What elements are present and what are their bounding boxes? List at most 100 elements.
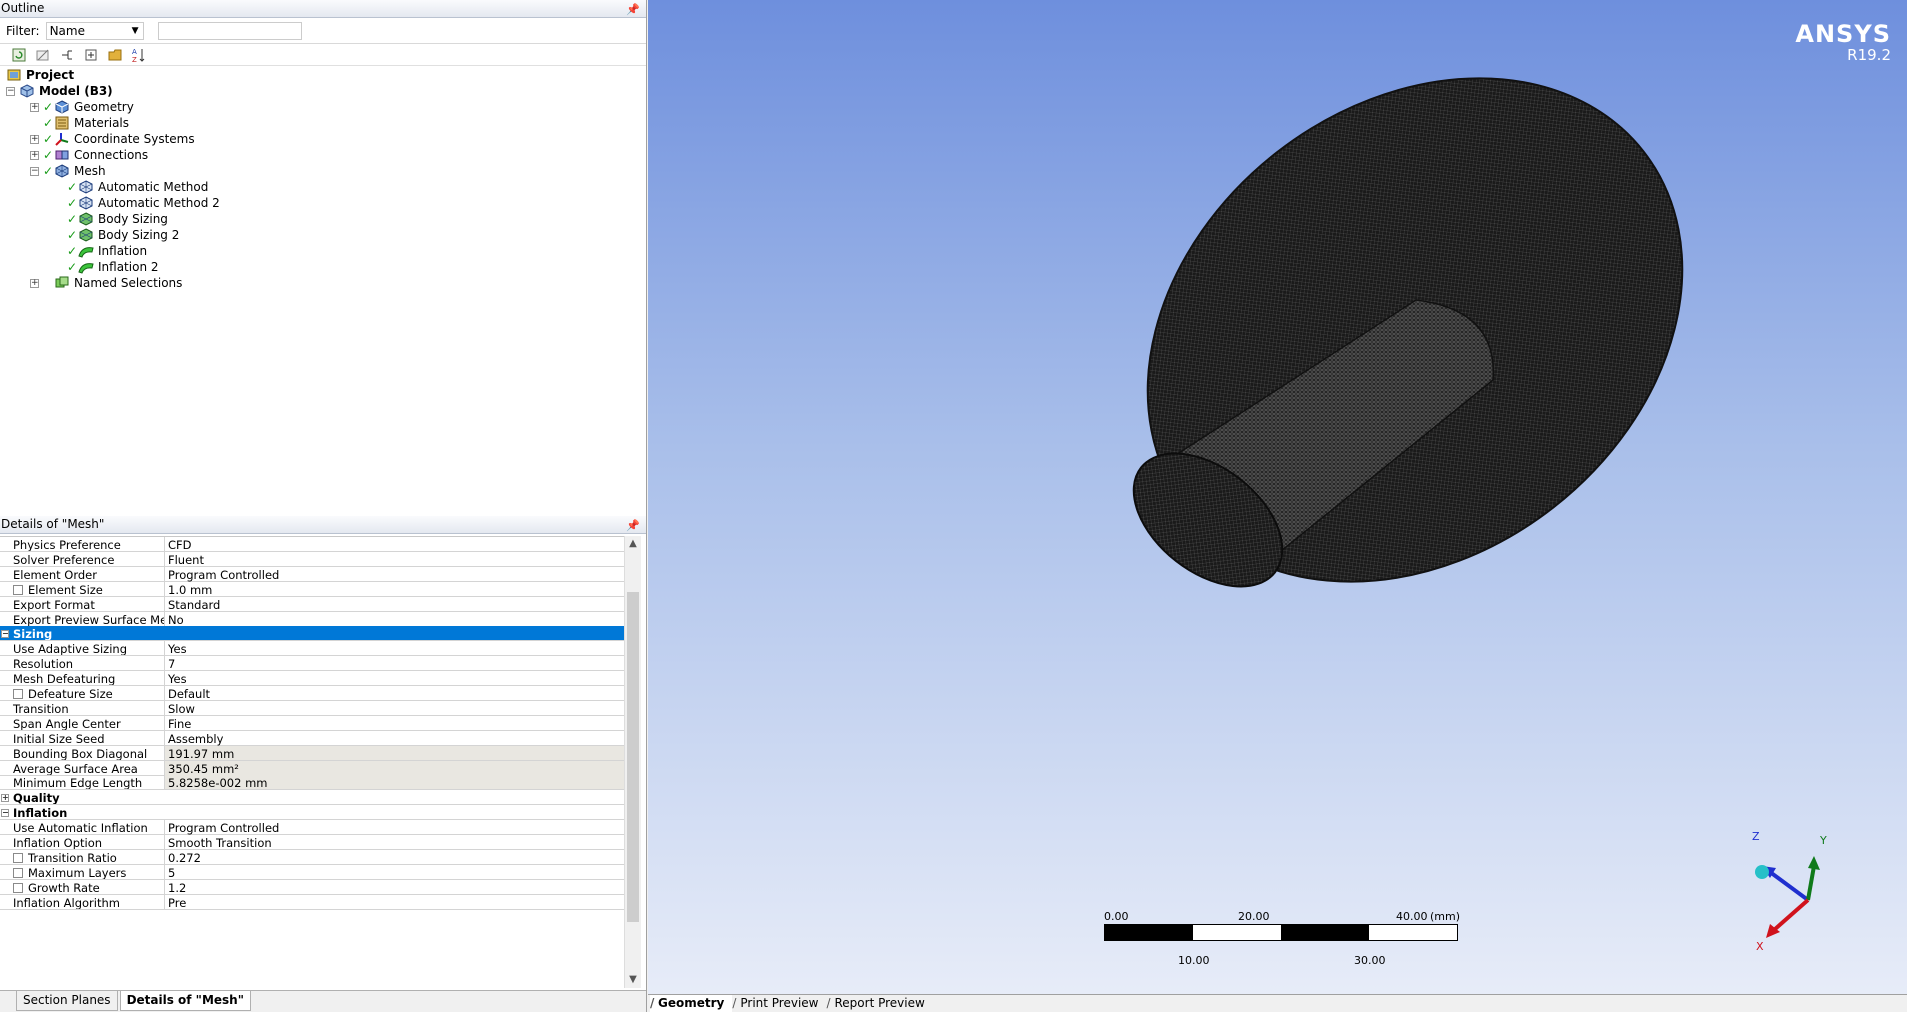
details-value[interactable]: CFD: [165, 537, 624, 552]
details-value[interactable]: Program Controlled: [165, 820, 624, 835]
details-grid: Physics Preference CFD Solver Preference Fl…: [0, 536, 624, 988]
scroll-up-icon[interactable]: ▲: [625, 536, 641, 552]
details-value[interactable]: Program Controlled: [165, 567, 624, 582]
tree-node-model-b3[interactable]: − Model (B3): [6, 83, 113, 99]
group-expander-icon[interactable]: +: [1, 794, 9, 803]
details-value[interactable]: Pre: [165, 895, 624, 910]
details-group-inflation[interactable]: − Inflation: [0, 805, 624, 821]
details-row-growth-rate[interactable]: Growth Rate 1.2: [0, 879, 624, 895]
details-value[interactable]: 5: [165, 865, 624, 880]
status-check-icon: ✓: [67, 180, 78, 194]
tree-expander-icon[interactable]: +: [30, 102, 39, 112]
details-row-export-preview-surface-mesh[interactable]: Export Preview Surface Mesh No: [0, 611, 624, 627]
details-value[interactable]: Smooth Transition: [165, 835, 624, 850]
details-value[interactable]: 1.2: [165, 880, 624, 895]
mesh-model[interactable]: [648, 0, 1907, 994]
scroll-thumb[interactable]: [627, 592, 639, 922]
filter-select[interactable]: Name ▼: [45, 21, 144, 40]
tree-node-coordinate-systems[interactable]: + ✓ Coordinate Systems: [30, 131, 195, 147]
details-key: Inflation Algorithm: [0, 894, 165, 909]
details-row-transition-ratio[interactable]: Transition Ratio 0.272: [0, 849, 624, 865]
details-row-resolution[interactable]: Resolution 7: [0, 656, 624, 672]
details-row-span-angle-center[interactable]: Span Angle Center Fine: [0, 715, 624, 731]
details-row-solver-preference[interactable]: Solver Preference Fluent: [0, 551, 624, 567]
tree-node-materials[interactable]: ✓ Materials: [30, 115, 129, 131]
view-tab-geometry[interactable]: Geometry: [650, 995, 733, 1012]
details-row-maximum-layers[interactable]: Maximum Layers 5: [0, 864, 624, 880]
details-value[interactable]: Standard: [165, 597, 624, 612]
details-value[interactable]: 0.272: [165, 850, 624, 865]
axis-triad[interactable]: Z Y X: [1728, 820, 1848, 960]
details-row-element-size[interactable]: Element Size 1.0 mm: [0, 581, 624, 597]
details-row-physics-preference[interactable]: Physics Preference CFD: [0, 537, 624, 552]
parameter-checkbox[interactable]: [13, 867, 23, 878]
group-expander-icon[interactable]: −: [1, 809, 9, 818]
details-row-use-automatic-inflation[interactable]: Use Automatic Inflation Program Controlle…: [0, 820, 624, 836]
tree-node-geometry[interactable]: + ✓ Geometry: [30, 99, 134, 115]
tab-details-of-mesh[interactable]: Details of "Mesh": [119, 991, 251, 1011]
details-group-sizing[interactable]: − Sizing: [0, 626, 624, 642]
z-axis-label: Z: [1752, 830, 1760, 843]
tree-expander-icon[interactable]: −: [6, 86, 15, 96]
tree-node-project[interactable]: Project: [6, 67, 74, 83]
details-value[interactable]: Yes: [165, 671, 624, 686]
graphics-viewport[interactable]: ANSYS R19.2 0.00 20.00 40.00 (mm) 10.00 …: [648, 0, 1907, 994]
parameter-checkbox[interactable]: [13, 584, 23, 595]
tree-node-automatic-method-2[interactable]: ✓ Automatic Method 2: [54, 195, 220, 211]
details-value[interactable]: No: [165, 612, 624, 627]
parameter-checkbox[interactable]: [13, 689, 23, 699]
details-key: Growth Rate: [0, 879, 165, 894]
tree-node-body-sizing-2[interactable]: ✓ Body Sizing 2: [54, 227, 179, 243]
details-value[interactable]: Slow: [165, 701, 624, 716]
tree-node-inflation-2[interactable]: ✓ Inflation 2: [54, 259, 159, 275]
details-row-mesh-defeaturing[interactable]: Mesh Defeaturing Yes: [0, 671, 624, 687]
tree-node-body-sizing[interactable]: ✓ Body Sizing: [54, 211, 168, 227]
details-value[interactable]: 7: [165, 656, 624, 671]
parameter-checkbox[interactable]: [13, 852, 23, 863]
tree-expander-icon[interactable]: +: [30, 134, 39, 144]
scroll-down-icon[interactable]: ▼: [625, 972, 641, 988]
view-tab-print-preview[interactable]: Print Preview: [732, 995, 826, 1012]
refresh-icon[interactable]: [10, 46, 28, 64]
method-icon: [78, 180, 94, 194]
details-row-defeature-size[interactable]: Defeature Size Default: [0, 686, 624, 701]
filter-input[interactable]: [157, 21, 302, 40]
details-row-transition[interactable]: Transition Slow: [0, 700, 624, 716]
group-expander-icon[interactable]: −: [1, 630, 9, 639]
details-group-quality[interactable]: + Quality: [0, 790, 624, 806]
details-row-inflation-algorithm[interactable]: Inflation Algorithm Pre: [0, 894, 624, 910]
expand-all-icon[interactable]: [82, 46, 100, 64]
details-row-element-order[interactable]: Element Order Program Controlled: [0, 566, 624, 582]
details-value[interactable]: Fluent: [165, 552, 624, 567]
tree-node-connections[interactable]: + ✓ Connections: [30, 147, 148, 163]
folder-icon[interactable]: [106, 46, 124, 64]
parameter-checkbox[interactable]: [13, 882, 23, 893]
tree-node-named-selections[interactable]: + Named Selections: [30, 275, 182, 291]
details-value[interactable]: Default: [165, 686, 624, 701]
details-value[interactable]: Yes: [165, 641, 624, 656]
pin-icon[interactable]: 📌: [626, 518, 640, 534]
suppress-icon[interactable]: [34, 46, 52, 64]
tab-section-planes[interactable]: Section Planes: [16, 991, 118, 1011]
tree-node-inflation[interactable]: ✓ Inflation: [54, 243, 147, 259]
status-check-icon: ✓: [43, 164, 54, 178]
tree-expander-icon[interactable]: −: [30, 166, 39, 176]
status-check-icon: ✓: [67, 212, 78, 226]
details-value[interactable]: Assembly: [165, 731, 624, 746]
pin-icon[interactable]: 📌: [626, 2, 640, 18]
details-row-export-format[interactable]: Export Format Standard: [0, 596, 624, 612]
tree-branch-icon[interactable]: [58, 46, 76, 64]
tree-expander-icon[interactable]: +: [30, 278, 39, 288]
details-row-inflation-option[interactable]: Inflation Option Smooth Transition: [0, 835, 624, 850]
details-value[interactable]: Fine: [165, 716, 624, 731]
view-tab-report-preview[interactable]: Report Preview: [827, 995, 933, 1012]
tree-node-mesh[interactable]: − ✓ Mesh: [30, 163, 106, 179]
details-row-use-adaptive-sizing[interactable]: Use Adaptive Sizing Yes: [0, 641, 624, 657]
bottom-tab-strip: Section Planes Details of "Mesh": [0, 990, 646, 1012]
details-row-initial-size-seed[interactable]: Initial Size Seed Assembly: [0, 730, 624, 746]
details-scrollbar[interactable]: ▲ ▼: [624, 536, 641, 988]
tree-expander-icon[interactable]: +: [30, 150, 39, 160]
tree-node-automatic-method[interactable]: ✓ Automatic Method: [54, 179, 208, 195]
sort-az-icon[interactable]: AZ: [130, 46, 148, 64]
details-value[interactable]: 1.0 mm: [165, 582, 624, 597]
